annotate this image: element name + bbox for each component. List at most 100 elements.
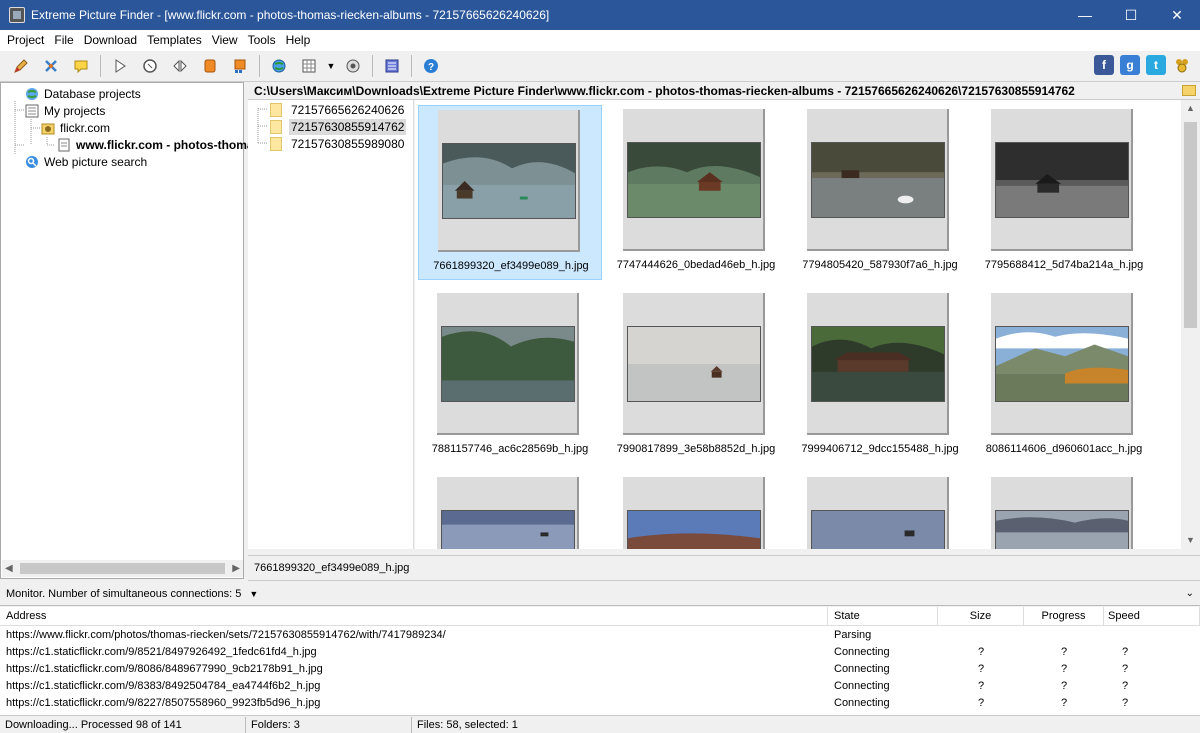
- menu-bar: Project File Download Templates View Too…: [0, 30, 1200, 50]
- cell-progress: ?: [1060, 645, 1068, 658]
- tree-item-flickr[interactable]: flickr.com: [41, 119, 110, 136]
- close-button[interactable]: ✕: [1154, 0, 1200, 30]
- thumbnail-frame: [623, 293, 765, 435]
- thumbnail-image: [441, 326, 575, 402]
- database-icon[interactable]: [198, 54, 222, 78]
- column-header-speed[interactable]: Speed: [1104, 607, 1200, 626]
- column-header-address[interactable]: Address: [0, 607, 828, 626]
- skip-icon[interactable]: [168, 54, 192, 78]
- thumbnail-frame: [807, 477, 949, 549]
- start-download-icon[interactable]: [108, 54, 132, 78]
- thumbnail-item[interactable]: [604, 473, 788, 549]
- facebook-icon[interactable]: f: [1094, 55, 1114, 75]
- table-row[interactable]: https://c1.staticflickr.com/9/8383/84925…: [0, 677, 1200, 694]
- menu-project[interactable]: Project: [2, 33, 49, 47]
- scrollbar-thumb[interactable]: [1184, 122, 1197, 328]
- menu-help[interactable]: Help: [281, 33, 316, 47]
- scrollbar-thumb[interactable]: [20, 563, 225, 574]
- table-row[interactable]: https://c1.staticflickr.com/9/8227/85075…: [0, 694, 1200, 711]
- tree-item-label: Web picture search: [44, 154, 148, 169]
- app-icon: [9, 7, 25, 23]
- thumbnail-image: [811, 326, 945, 402]
- maximize-button[interactable]: ☐: [1108, 0, 1154, 30]
- download-queue-icon[interactable]: [228, 54, 252, 78]
- folder-item[interactable]: 72157630855989080: [270, 135, 406, 152]
- column-header-progress[interactable]: Progress: [1024, 607, 1104, 626]
- menu-download[interactable]: Download: [79, 33, 142, 47]
- tree-item-my-projects[interactable]: My projects: [25, 102, 105, 119]
- minimize-button[interactable]: —: [1062, 0, 1108, 30]
- options-icon[interactable]: [341, 54, 365, 78]
- folder-label: 72157630855989080: [291, 136, 405, 151]
- thumbnails-icon[interactable]: [380, 54, 404, 78]
- status-downloading: Downloading... Processed 98 of 141 addre…: [0, 716, 246, 733]
- scroll-up-icon[interactable]: ▲: [1182, 100, 1199, 117]
- toolbar-separator: [259, 55, 260, 77]
- project-file-icon: [57, 138, 71, 152]
- thumbnail-frame: [991, 293, 1133, 435]
- edit-project-icon[interactable]: [9, 54, 33, 78]
- scroll-right-icon[interactable]: ▶: [232, 563, 240, 574]
- comment-icon[interactable]: [69, 54, 93, 78]
- view-mode-icon[interactable]: [297, 54, 321, 78]
- table-row[interactable]: https://www.flickr.com/photos/thomas-rie…: [0, 626, 1200, 643]
- thumbnail-item[interactable]: 7999406712_9dcc155488_h.jpg: [788, 289, 972, 464]
- cell-state: Connecting: [834, 679, 890, 692]
- folder-label: 72157665626240626: [291, 102, 405, 117]
- thumbnail-item[interactable]: 7990817899_3e58b8852d_h.jpg: [604, 289, 788, 464]
- view-dropdown-icon[interactable]: ▼: [326, 54, 336, 78]
- thumbnail-image: [995, 326, 1129, 402]
- folder-item[interactable]: 72157665626240626: [270, 101, 406, 118]
- column-header-size[interactable]: Size: [938, 607, 1024, 626]
- thumbnail-image: [995, 142, 1129, 218]
- thumbnail-image: [995, 510, 1129, 549]
- tree-item-web-search[interactable]: Web picture search: [25, 153, 147, 170]
- tree-item-label: Database projects: [44, 86, 141, 101]
- folder-item[interactable]: 72157630855914762: [270, 118, 407, 135]
- table-header: Address State Size Progress Speed: [0, 607, 1200, 626]
- tree-item-label: My projects: [44, 103, 106, 118]
- menu-file[interactable]: File: [49, 33, 78, 47]
- cell-speed: ?: [1122, 662, 1129, 675]
- thumbnail-item[interactable]: 7661899320_ef3499e089_h.jpg: [418, 105, 602, 280]
- thumbnail-item[interactable]: [972, 473, 1156, 549]
- thumbnail-item[interactable]: 7747444626_0bedad46eb_h.jpg: [604, 105, 788, 280]
- tree-item-label: flickr.com: [60, 120, 111, 135]
- folder-icon: [270, 102, 282, 117]
- tree-horizontal-scrollbar[interactable]: ◀ ▶: [2, 560, 243, 577]
- column-header-state[interactable]: State: [828, 607, 938, 626]
- community-icon[interactable]: [1172, 55, 1192, 75]
- thumbnail-item[interactable]: 8086114606_d960601acc_h.jpg: [972, 289, 1156, 464]
- table-row[interactable]: https://c1.staticflickr.com/9/8086/84896…: [0, 660, 1200, 677]
- selected-file-bar: 7661899320_ef3499e089_h.jpg: [248, 555, 1200, 581]
- folder-list: 72157665626240626 72157630855914762 7215…: [248, 100, 414, 549]
- connections-dropdown-icon[interactable]: ▼: [249, 589, 258, 599]
- scroll-down-icon[interactable]: ▼: [1182, 532, 1199, 549]
- thumbnail-vertical-scrollbar[interactable]: ▲ ▼: [1182, 100, 1199, 549]
- google-icon[interactable]: g: [1120, 55, 1140, 75]
- table-row[interactable]: https://c1.staticflickr.com/9/8521/84979…: [0, 643, 1200, 660]
- project-settings-icon[interactable]: [39, 54, 63, 78]
- scroll-left-icon[interactable]: ◀: [5, 563, 13, 574]
- twitter-icon[interactable]: t: [1146, 55, 1166, 75]
- thumbnail-item[interactable]: 7794805420_587930f7a6_h.jpg: [788, 105, 972, 280]
- thumbnail-frame: [623, 109, 765, 251]
- tree-item-database-projects[interactable]: Database projects: [25, 85, 141, 102]
- open-folder-icon[interactable]: [1182, 85, 1196, 96]
- menu-tools[interactable]: Tools: [243, 33, 281, 47]
- menu-templates[interactable]: Templates: [142, 33, 207, 47]
- menu-view[interactable]: View: [207, 33, 243, 47]
- cell-progress: ?: [1060, 696, 1068, 709]
- collapse-monitor-icon[interactable]: ⌄: [1186, 588, 1194, 599]
- stop-download-icon[interactable]: [138, 54, 162, 78]
- thumbnail-item[interactable]: [788, 473, 972, 549]
- web-search-icon: [25, 155, 39, 169]
- thumbnail-filename: 7795688412_5d74ba214a_h.jpg: [984, 259, 1144, 271]
- thumbnail-item[interactable]: [418, 473, 602, 549]
- web-search-icon[interactable]: [267, 54, 291, 78]
- tree-item-current-project[interactable]: www.flickr.com - photos-thoma: [57, 136, 254, 153]
- help-icon[interactable]: ?: [419, 54, 443, 78]
- thumbnail-item[interactable]: 7881157746_ac6c28569b_h.jpg: [418, 289, 602, 464]
- thumbnail-item[interactable]: 7795688412_5d74ba214a_h.jpg: [972, 105, 1156, 280]
- cell-state: Connecting: [834, 645, 890, 658]
